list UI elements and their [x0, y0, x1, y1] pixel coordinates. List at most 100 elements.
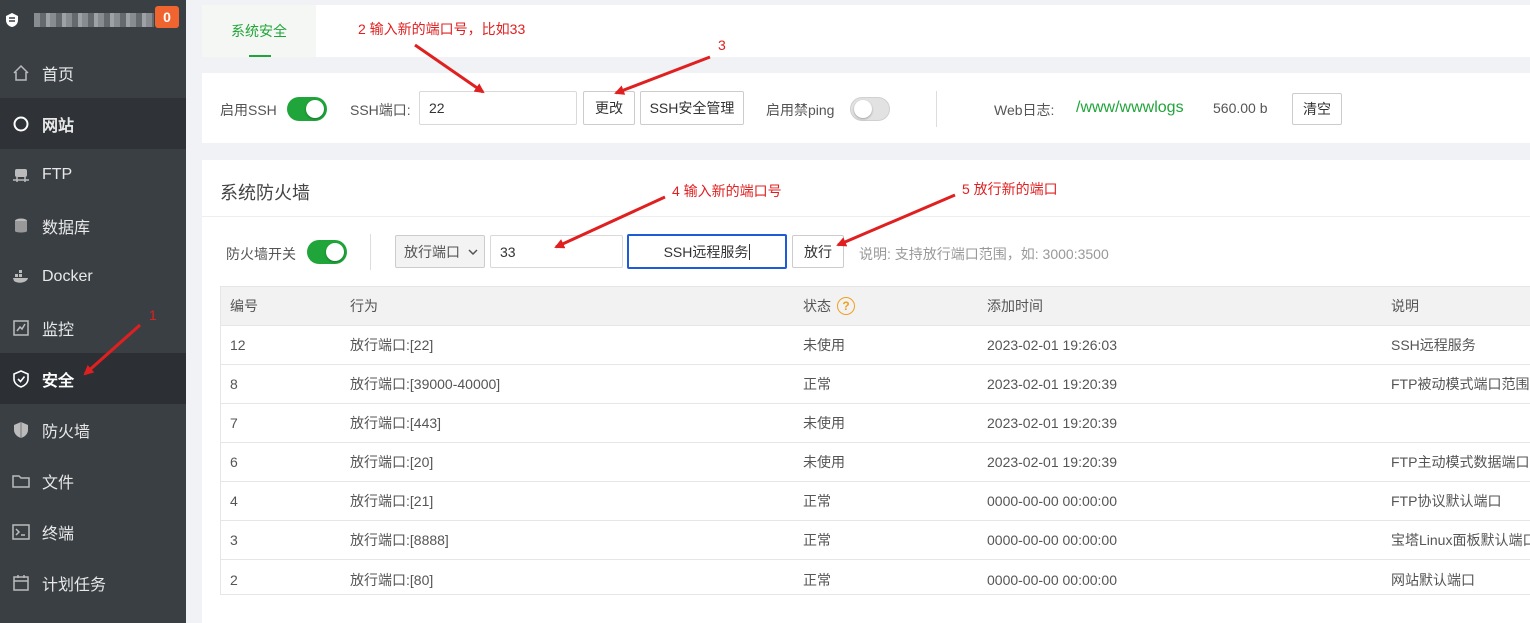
- table-header: 编号 行为 状态? 添加时间 说明: [221, 287, 1530, 326]
- ping-disable-label: 启用禁ping: [766, 102, 835, 118]
- sidebar-item-home[interactable]: 首页: [0, 47, 186, 98]
- ssh-security-manage-button[interactable]: SSH安全管理: [640, 91, 744, 125]
- home-icon: [12, 64, 30, 82]
- cell-time: 0000-00-00 00:00:00: [987, 493, 1117, 509]
- sidebar-item-security[interactable]: 安全: [0, 353, 186, 404]
- weblog-path-link[interactable]: /www/wwwlogs: [1076, 99, 1184, 117]
- sidebar-item-database[interactable]: 数据库: [0, 200, 186, 251]
- firewall-mode-select[interactable]: 放行端口: [395, 235, 485, 268]
- divider: [370, 234, 371, 270]
- change-port-button[interactable]: 更改: [583, 91, 635, 125]
- column-header-status[interactable]: 状态?: [803, 287, 973, 325]
- table-row[interactable]: 8 放行端口:[39000-40000] 正常 2023-02-01 19:20…: [221, 365, 1530, 404]
- sidebar-item-website[interactable]: 网站: [0, 98, 186, 149]
- sidebar-item-label: Docker: [42, 267, 93, 285]
- terminal-icon: [12, 523, 30, 541]
- text-cursor: [749, 243, 751, 260]
- ssh-enable-label: 启用SSH: [220, 102, 277, 118]
- cell-time: 2023-02-01 19:20:39: [987, 454, 1117, 470]
- column-header-note[interactable]: 说明: [1391, 287, 1530, 325]
- clear-log-button[interactable]: 清空: [1292, 93, 1342, 125]
- cell-id: 2: [230, 571, 238, 588]
- sidebar-item-files[interactable]: 文件: [0, 455, 186, 506]
- column-header-id[interactable]: 编号: [230, 287, 330, 325]
- cell-status: 正常: [803, 376, 831, 392]
- cell-note: FTP主动模式数据端口: [1391, 454, 1530, 470]
- cell-id: 12: [230, 337, 246, 353]
- shield-icon: [12, 421, 30, 439]
- cell-id: 6: [230, 454, 238, 470]
- annotation-step-2: 2 输入新的端口号，比如33: [358, 21, 526, 37]
- cell-action: 放行端口:[443]: [350, 415, 442, 431]
- select-value: 放行端口: [404, 243, 460, 260]
- allow-port-button[interactable]: 放行: [792, 235, 844, 268]
- cell-status: 未使用: [803, 454, 845, 470]
- table-row[interactable]: 6 放行端口:[20] 未使用 2023-02-01 19:20:39 FTP主…: [221, 443, 1530, 482]
- cell-status: 正常: [803, 571, 831, 588]
- firewall-switch-label: 防火墙开关: [226, 246, 296, 262]
- cell-status: 未使用: [803, 337, 845, 353]
- globe-icon: [12, 115, 30, 133]
- cell-note: 网站默认端口: [1391, 571, 1475, 588]
- cell-id: 7: [230, 415, 238, 431]
- cell-action: 放行端口:[8888]: [350, 532, 449, 548]
- firewall-port-input[interactable]: 33: [490, 235, 623, 268]
- cell-time: 2023-02-01 19:20:39: [987, 415, 1117, 431]
- sidebar-item-label: 网站: [42, 117, 75, 135]
- cell-note: [1391, 404, 1530, 442]
- cell-action: 放行端口:[39000-40000]: [350, 376, 501, 392]
- chevron-down-icon: [468, 248, 478, 255]
- sidebar-item-label: FTP: [42, 165, 73, 183]
- ssh-toggle[interactable]: [287, 97, 327, 121]
- ssh-port-input[interactable]: 22: [419, 91, 577, 125]
- sidebar-item-label: 首页: [42, 66, 75, 84]
- sidebar-item-terminal[interactable]: 终端: [0, 506, 186, 557]
- sidebar-item-firewall[interactable]: 防火墙: [0, 404, 186, 455]
- sidebar-item-ftp[interactable]: FTP: [0, 149, 186, 200]
- annotation-step-5: 5 放行新的端口: [962, 181, 1058, 197]
- cell-time: 0000-00-00 00:00:00: [987, 571, 1117, 588]
- sidebar-item-monitor[interactable]: 监控: [0, 302, 186, 353]
- cell-note: FTP协议默认端口: [1391, 493, 1502, 509]
- firewall-toggle[interactable]: [307, 240, 347, 264]
- weblog-size: 560.00 b: [1213, 100, 1268, 116]
- annotation-step-3: 3: [718, 37, 726, 53]
- sidebar-item-cron[interactable]: 计划任务: [0, 557, 186, 608]
- table-row[interactable]: 7 放行端口:[443] 未使用 2023-02-01 19:20:39: [221, 404, 1530, 443]
- tab-system-security[interactable]: 系统安全: [202, 5, 316, 57]
- firewall-note-value: SSH远程服务: [663, 243, 749, 260]
- cell-note: FTP被动模式端口范围: [1391, 376, 1530, 392]
- sidebar-item-label: 文件: [42, 474, 75, 492]
- database-icon: [12, 217, 30, 235]
- column-header-time[interactable]: 添加时间: [987, 287, 1367, 325]
- firewall-rules-table: 编号 行为 状态? 添加时间 说明 12 放行端口:[22] 未使用 2023-…: [220, 286, 1530, 595]
- table-row[interactable]: 3 放行端口:[8888] 正常 0000-00-00 00:00:00 宝塔L…: [221, 521, 1530, 560]
- notification-badge[interactable]: 0: [155, 6, 179, 28]
- cell-action: 放行端口:[80]: [350, 571, 434, 588]
- cell-status: 正常: [803, 532, 831, 548]
- column-header-status-label: 状态: [803, 298, 831, 314]
- ping-toggle[interactable]: [850, 97, 890, 121]
- table-row[interactable]: 2 放行端口:[80] 正常 0000-00-00 00:00:00 网站默认端…: [221, 560, 1530, 599]
- sidebar-item-docker[interactable]: Docker: [0, 251, 186, 302]
- cell-time: 2023-02-01 19:20:39: [987, 376, 1117, 392]
- tab-active-indicator: [249, 55, 271, 57]
- cell-note: 宝塔Linux面板默认端口: [1391, 532, 1530, 548]
- help-icon[interactable]: ?: [837, 297, 855, 315]
- docker-icon: [12, 268, 30, 286]
- port-range-hint: 说明: 支持放行端口范围，如: 3000:3500: [859, 246, 1109, 262]
- table-row[interactable]: 12 放行端口:[22] 未使用 2023-02-01 19:26:03 SSH…: [221, 326, 1530, 365]
- column-header-action[interactable]: 行为: [350, 287, 780, 325]
- logo-icon: [6, 13, 18, 27]
- table-row[interactable]: 4 放行端口:[21] 正常 0000-00-00 00:00:00 FTP协议…: [221, 482, 1530, 521]
- cell-time: 2023-02-01 19:26:03: [987, 337, 1117, 353]
- server-name-blurred: [34, 13, 154, 27]
- divider: [202, 216, 1530, 217]
- firewall-note-input[interactable]: SSH远程服务: [627, 234, 787, 269]
- cell-status: 未使用: [803, 415, 845, 431]
- sidebar: 0 首页 网站 FTP 数据库 Docker 监控 安全 防火墙 文件 终端 计…: [0, 0, 186, 623]
- cell-id: 8: [230, 376, 238, 392]
- ftp-icon: [12, 166, 30, 184]
- cell-action: 放行端口:[20]: [350, 454, 434, 470]
- cell-status: 正常: [803, 493, 831, 509]
